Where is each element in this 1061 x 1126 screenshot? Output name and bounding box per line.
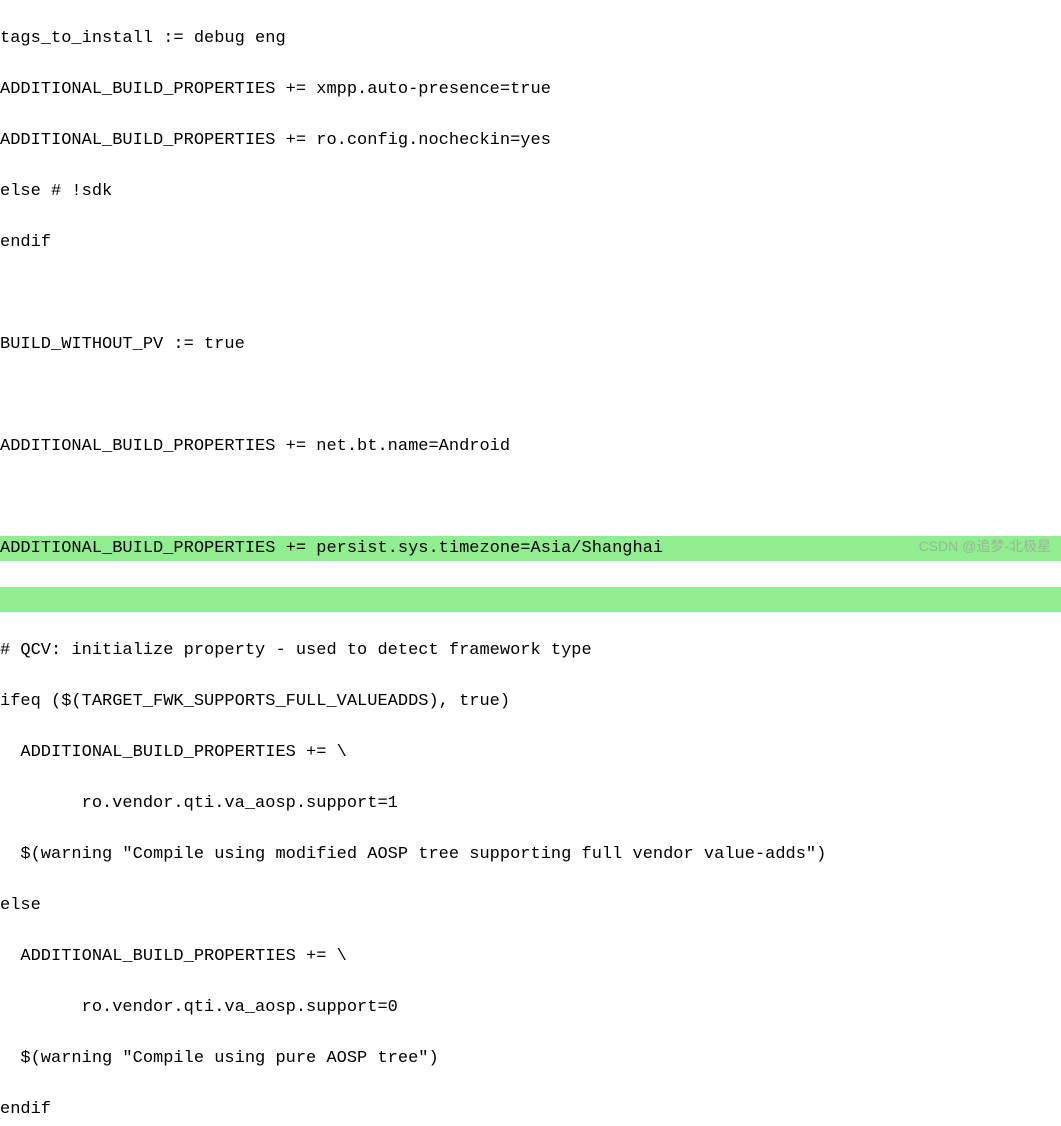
code-line: else # !sdk xyxy=(0,179,1061,205)
code-line-blank xyxy=(0,485,1061,511)
code-block: tags_to_install := debug eng ADDITIONAL_… xyxy=(0,0,1061,1126)
code-line-blank xyxy=(0,281,1061,307)
watermark-text: CSDN @追梦-北极星 xyxy=(919,536,1051,557)
code-line: ro.vendor.qti.va_aosp.support=0 xyxy=(0,995,1061,1021)
code-line: endif xyxy=(0,230,1061,256)
code-line: else xyxy=(0,893,1061,919)
code-line: BUILD_WITHOUT_PV := true xyxy=(0,332,1061,358)
code-line: ro.vendor.qti.va_aosp.support=1 xyxy=(0,791,1061,817)
code-line: $(warning "Compile using modified AOSP t… xyxy=(0,842,1061,868)
code-line: ADDITIONAL_BUILD_PROPERTIES += \ xyxy=(0,944,1061,970)
code-line: tags_to_install := debug eng xyxy=(0,26,1061,52)
code-line: endif xyxy=(0,1097,1061,1123)
code-line: $(warning "Compile using pure AOSP tree"… xyxy=(0,1046,1061,1072)
code-line: # QCV: initialize property - used to det… xyxy=(0,638,1061,664)
code-line: ADDITIONAL_BUILD_PROPERTIES += xmpp.auto… xyxy=(0,77,1061,103)
code-line-highlighted: ADDITIONAL_BUILD_PROPERTIES += persist.s… xyxy=(0,536,1061,562)
code-line: ADDITIONAL_BUILD_PROPERTIES += ro.config… xyxy=(0,128,1061,154)
code-line-blank xyxy=(0,383,1061,409)
code-line: ifeq ($(TARGET_FWK_SUPPORTS_FULL_VALUEAD… xyxy=(0,689,1061,715)
code-line-highlighted-blank xyxy=(0,587,1061,613)
code-line: ADDITIONAL_BUILD_PROPERTIES += net.bt.na… xyxy=(0,434,1061,460)
code-line: ADDITIONAL_BUILD_PROPERTIES += \ xyxy=(0,740,1061,766)
